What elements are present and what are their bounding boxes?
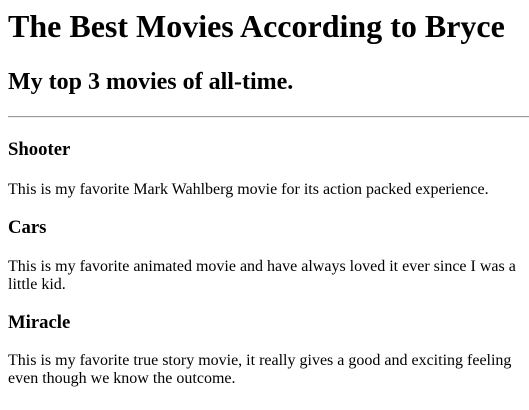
movie-description: This is my favorite animated movie and h… <box>8 258 516 293</box>
page-title: The Best Movies According to Bryce <box>8 8 505 44</box>
movie-section-miracle: Miracle This is my favorite true story m… <box>8 312 521 388</box>
movie-section-shooter: Shooter This is my favorite Mark Wahlber… <box>8 139 521 199</box>
movie-title: Miracle <box>8 312 71 333</box>
divider <box>8 116 529 118</box>
page-subtitle: My top 3 movies of all-time. <box>8 69 294 95</box>
movie-title: Shooter <box>8 139 71 160</box>
movie-section-cars: Cars This is my favorite animated movie … <box>8 217 521 294</box>
page: The Best Movies According to Bryce My to… <box>0 8 529 388</box>
movie-title: Cars <box>8 217 47 238</box>
movie-description: This is my favorite true story movie, it… <box>8 352 512 387</box>
movie-description: This is my favorite Mark Wahlberg movie … <box>8 181 489 198</box>
